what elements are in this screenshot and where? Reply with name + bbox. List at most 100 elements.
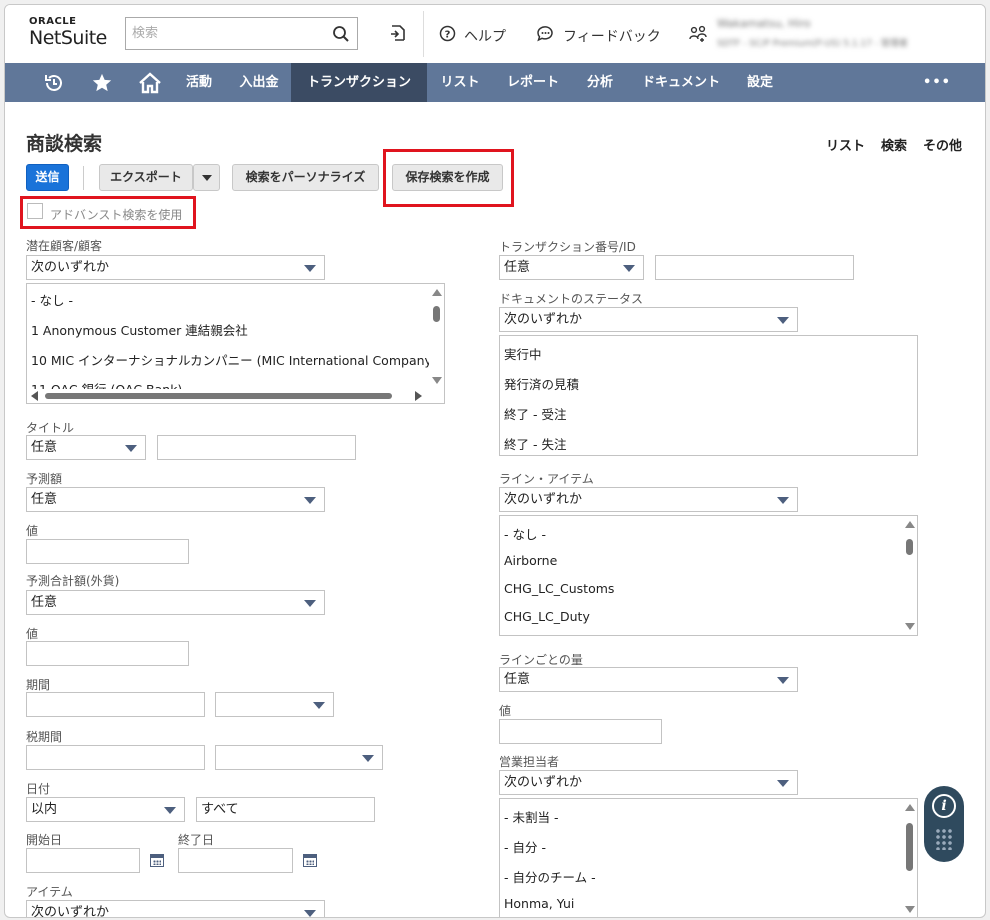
nav-item-banking[interactable]: 入出金: [231, 63, 287, 102]
nav-item-reports[interactable]: レポート: [500, 63, 566, 102]
nav-item-setup[interactable]: 設定: [739, 63, 781, 102]
item-operator-select[interactable]: 次のいずれか: [26, 900, 325, 917]
list-item[interactable]: - 自分 -: [504, 837, 546, 856]
scroll-left-icon[interactable]: [31, 391, 38, 401]
chat-bubble-icon: [536, 25, 555, 46]
start-date-label: 開始日: [26, 833, 63, 847]
vertical-scrollbar[interactable]: [902, 516, 917, 635]
scroll-thumb[interactable]: [433, 306, 440, 322]
customer-operator-select[interactable]: 次のいずれか: [26, 255, 325, 280]
list-item[interactable]: CHG_LC_Duty: [504, 609, 590, 624]
recent-records-icon[interactable]: [388, 23, 408, 47]
nav-item-analytics[interactable]: 分析: [577, 63, 623, 102]
export-button[interactable]: エクスポート: [99, 164, 193, 191]
dropdown-arrow-icon: [313, 702, 325, 709]
scroll-up-icon[interactable]: [432, 289, 442, 296]
search-icon[interactable]: [332, 25, 350, 47]
user-role: SDTF - SC/P Premium(P-US) 5.1.17 - 管理者: [717, 39, 908, 49]
scroll-thumb[interactable]: [45, 393, 392, 399]
netsuite-logo[interactable]: ORACLE NetSuite: [29, 17, 107, 50]
scroll-up-icon[interactable]: [905, 804, 915, 811]
forecast-fx-operator-select[interactable]: 任意: [26, 590, 325, 615]
history-icon[interactable]: [37, 63, 71, 102]
nav-more-button[interactable]: •••: [919, 63, 955, 102]
title-label: タイトル: [26, 421, 75, 435]
list-item[interactable]: CHG_LC_Customs: [504, 581, 614, 596]
info-icon[interactable]: i: [932, 794, 956, 818]
scroll-right-icon[interactable]: [415, 391, 422, 401]
scroll-thumb[interactable]: [906, 539, 913, 555]
list-item[interactable]: Honma, Yui: [504, 896, 574, 911]
keypad-icon[interactable]: [935, 828, 953, 850]
submit-button[interactable]: 送信: [26, 164, 69, 191]
tax-period-label: 税期間: [26, 730, 63, 744]
nav-item-lists[interactable]: リスト: [433, 63, 487, 102]
personalize-search-button[interactable]: 検索をパーソナライズ: [232, 164, 379, 191]
star-icon[interactable]: [85, 63, 119, 102]
status-listbox[interactable]: 実行中 発行済の見積 終了 - 受注 終了 - 失注: [499, 335, 918, 456]
title-operator-select[interactable]: 任意: [26, 435, 146, 460]
list-item[interactable]: - なし -: [504, 524, 546, 543]
scroll-down-icon[interactable]: [905, 623, 915, 630]
scroll-up-icon[interactable]: [905, 521, 915, 528]
list-item[interactable]: 発行済の見積: [504, 374, 579, 393]
home-icon[interactable]: [133, 63, 167, 102]
dropdown-arrow-icon: [125, 445, 137, 452]
scroll-down-icon[interactable]: [432, 377, 442, 384]
global-search-input[interactable]: [126, 18, 326, 49]
scroll-thumb[interactable]: [906, 823, 913, 871]
line-qty-value-input[interactable]: [499, 719, 662, 744]
link-list[interactable]: リスト: [826, 135, 865, 154]
help-widget[interactable]: i: [924, 786, 964, 862]
tranid-operator-value: 任意: [504, 260, 531, 275]
start-date-input[interactable]: [26, 848, 140, 873]
line-item-listbox[interactable]: - なし - Airborne CHG_LC_Customs CHG_LC_Du…: [499, 515, 918, 636]
line-qty-operator-value: 任意: [504, 672, 531, 687]
horizontal-scrollbar[interactable]: [27, 389, 444, 403]
sales-rep-operator-select[interactable]: 次のいずれか: [499, 770, 798, 795]
period-select[interactable]: [215, 692, 334, 717]
scroll-down-icon[interactable]: [905, 906, 915, 913]
list-item[interactable]: 10 MIC インターナショナルカンパニー (MIC International…: [31, 350, 432, 369]
export-dropdown-button[interactable]: [193, 164, 220, 191]
vertical-scrollbar[interactable]: [902, 799, 917, 917]
list-item[interactable]: - なし -: [31, 290, 73, 309]
vertical-scrollbar[interactable]: [429, 284, 444, 389]
tax-period-select[interactable]: [215, 745, 383, 770]
tranid-operator-select[interactable]: 任意: [499, 255, 644, 280]
list-item[interactable]: - 自分のチーム -: [504, 867, 596, 886]
help-link[interactable]: ? ヘルプ: [439, 25, 506, 46]
forecast-fx-value-input[interactable]: [26, 641, 189, 666]
list-item[interactable]: 終了 - 失注: [504, 434, 566, 453]
customer-listbox[interactable]: - なし - 1 Anonymous Customer 連結親会社 10 MIC…: [26, 283, 445, 404]
title-input[interactable]: [157, 435, 356, 460]
feedback-link[interactable]: フィードバック: [536, 25, 661, 46]
list-item[interactable]: 実行中: [504, 344, 542, 363]
date-range-input[interactable]: すべて: [196, 797, 375, 822]
status-operator-select[interactable]: 次のいずれか: [499, 307, 798, 332]
link-search[interactable]: 検索: [881, 135, 907, 154]
line-qty-operator-select[interactable]: 任意: [499, 667, 798, 692]
user-menu[interactable]: Wakamatsu, Hiro SDTF - SC/P Premium(P-US…: [717, 17, 908, 49]
nav-item-activities[interactable]: 活動: [176, 63, 222, 102]
list-item[interactable]: 1 Anonymous Customer 連結親会社: [31, 320, 248, 339]
list-item[interactable]: Airborne: [504, 553, 557, 568]
date-operator-select[interactable]: 以内: [26, 797, 185, 822]
list-item[interactable]: 終了 - 受注: [504, 404, 566, 423]
period-input[interactable]: [26, 692, 205, 717]
forecast-fx-value-label: 値: [26, 627, 39, 641]
link-more[interactable]: その他: [923, 135, 962, 154]
calendar-icon[interactable]: [150, 854, 164, 867]
tax-period-input[interactable]: [26, 745, 205, 770]
tranid-input[interactable]: [655, 255, 854, 280]
forecast-operator-select[interactable]: 任意: [26, 487, 325, 512]
nav-item-documents[interactable]: ドキュメント: [633, 63, 729, 102]
user-roles-icon[interactable]: [689, 25, 709, 47]
forecast-value-input[interactable]: [26, 539, 189, 564]
list-item[interactable]: - 未割当 -: [504, 807, 558, 826]
line-item-operator-select[interactable]: 次のいずれか: [499, 487, 798, 512]
sales-rep-listbox[interactable]: - 未割当 - - 自分 - - 自分のチーム - Honma, Yui: [499, 798, 918, 917]
calendar-icon[interactable]: [303, 854, 317, 867]
nav-item-transactions[interactable]: トランザクション: [291, 63, 427, 102]
end-date-input[interactable]: [178, 848, 293, 873]
